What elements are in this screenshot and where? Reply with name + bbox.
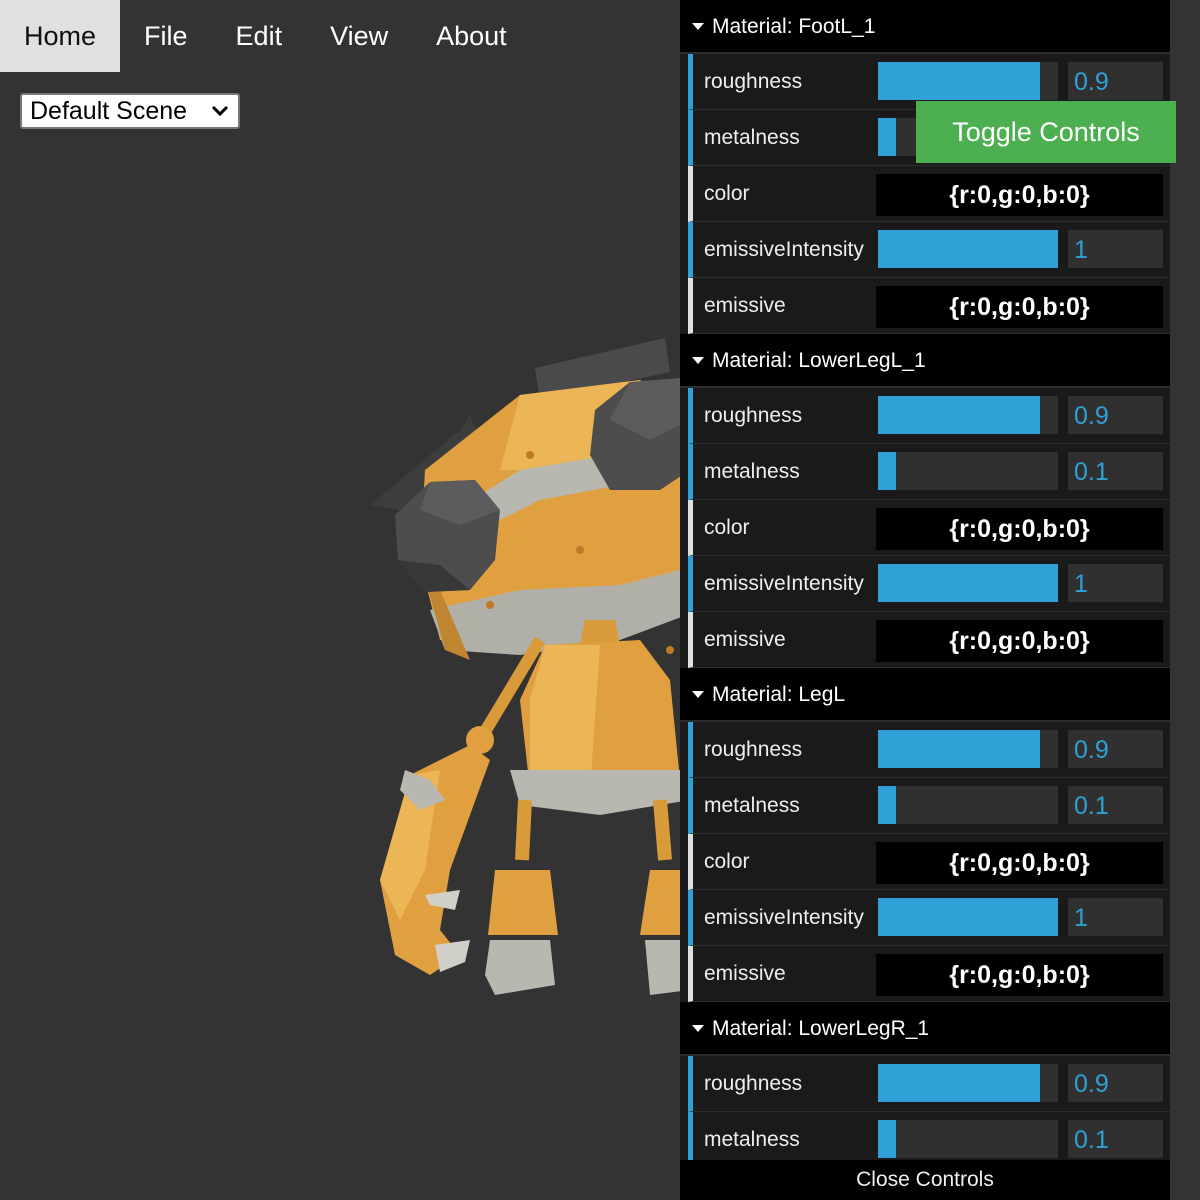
slider-track[interactable]: [878, 1120, 1058, 1158]
slider-fill: [878, 118, 896, 156]
control-row-emissive: emissive {r:0,g:0,b:0}: [688, 278, 1170, 334]
control-row-color: color {r:0,g:0,b:0}: [688, 166, 1170, 222]
slider-track[interactable]: [878, 230, 1058, 268]
slider-track[interactable]: [878, 898, 1058, 936]
number-input[interactable]: 1: [1068, 898, 1163, 936]
controls-panel: Material: FootL_1 roughness 0.9 metalness 0.…: [680, 0, 1170, 1200]
slider-fill: [878, 898, 1058, 936]
slider-fill: [878, 230, 1058, 268]
number-input[interactable]: 0.1: [1068, 786, 1163, 824]
menu-about[interactable]: About: [412, 0, 531, 72]
chevron-down-icon: [211, 105, 229, 117]
folder-title-text: Material: LowerLegR_1: [712, 1017, 930, 1040]
caret-down-icon: [692, 1025, 704, 1032]
control-label: emissive: [704, 294, 786, 317]
control-row-roughness: roughness 0.9: [688, 1056, 1170, 1112]
number-input[interactable]: 1: [1068, 564, 1163, 602]
control-row-roughness: roughness 0.9: [688, 388, 1170, 444]
control-row-emissive: emissive {r:0,g:0,b:0}: [688, 946, 1170, 1002]
control-label: color: [704, 516, 750, 539]
slider-fill: [878, 1064, 1040, 1102]
control-row-metalness: metalness 0.1: [688, 778, 1170, 834]
control-label: metalness: [704, 794, 800, 817]
control-row-emissive: emissive {r:0,g:0,b:0}: [688, 612, 1170, 668]
slider-fill: [878, 62, 1040, 100]
folder-title[interactable]: Material: LowerLegL_1: [680, 334, 1170, 388]
slider-track[interactable]: [878, 452, 1058, 490]
color-input[interactable]: {r:0,g:0,b:0}: [876, 174, 1163, 216]
color-input[interactable]: {r:0,g:0,b:0}: [876, 842, 1163, 884]
slider-track[interactable]: [878, 730, 1058, 768]
control-label: color: [704, 850, 750, 873]
menu-file[interactable]: File: [120, 0, 212, 72]
folder-title-text: Material: FootL_1: [712, 15, 876, 38]
color-input[interactable]: {r:0,g:0,b:0}: [876, 286, 1163, 328]
control-label: roughness: [704, 738, 803, 761]
control-label: emissive: [704, 962, 786, 985]
menu-view[interactable]: View: [306, 0, 412, 72]
caret-down-icon: [692, 691, 704, 698]
slider-track[interactable]: [878, 786, 1058, 824]
control-row-emissiveintensity: emissiveIntensity 1: [688, 556, 1170, 612]
slider-fill: [878, 1120, 896, 1158]
toggle-controls-button[interactable]: Toggle Controls: [916, 101, 1176, 163]
caret-down-icon: [692, 23, 704, 30]
control-label: roughness: [704, 404, 803, 427]
number-input[interactable]: 0.9: [1068, 396, 1163, 434]
menu-edit[interactable]: Edit: [212, 0, 307, 72]
control-label: metalness: [704, 126, 800, 149]
control-label: emissiveIntensity: [704, 906, 864, 929]
control-label: emissiveIntensity: [704, 572, 864, 595]
scene-select[interactable]: Default Scene: [20, 93, 240, 129]
number-input[interactable]: 0.1: [1068, 1120, 1163, 1158]
color-input[interactable]: {r:0,g:0,b:0}: [876, 508, 1163, 550]
slider-track[interactable]: [878, 62, 1058, 100]
slider-fill: [878, 452, 896, 490]
number-input[interactable]: 1: [1068, 230, 1163, 268]
robot-model: [370, 338, 700, 995]
control-label: emissive: [704, 628, 786, 651]
control-row-emissiveintensity: emissiveIntensity 1: [688, 890, 1170, 946]
control-row-color: color {r:0,g:0,b:0}: [688, 834, 1170, 890]
slider-track[interactable]: [878, 396, 1058, 434]
menu-home[interactable]: Home: [0, 0, 121, 72]
caret-down-icon: [692, 357, 704, 364]
folder-title[interactable]: Material: LowerLegR_1: [680, 1002, 1170, 1056]
control-row-color: color {r:0,g:0,b:0}: [688, 500, 1170, 556]
control-row-roughness: roughness 0.9: [688, 722, 1170, 778]
control-label: roughness: [704, 1072, 803, 1095]
control-label: color: [704, 182, 750, 205]
color-input[interactable]: {r:0,g:0,b:0}: [876, 954, 1163, 996]
color-input[interactable]: {r:0,g:0,b:0}: [876, 620, 1163, 662]
number-input[interactable]: 0.9: [1068, 62, 1163, 100]
number-input[interactable]: 0.9: [1068, 730, 1163, 768]
close-controls-button[interactable]: Close Controls: [680, 1160, 1170, 1200]
scene-select-value: Default Scene: [30, 97, 188, 125]
control-row-metalness: metalness 0.1: [688, 444, 1170, 500]
slider-track[interactable]: [878, 1064, 1058, 1102]
slider-track[interactable]: [878, 564, 1058, 602]
slider-fill: [878, 564, 1058, 602]
control-label: metalness: [704, 460, 800, 483]
slider-fill: [878, 730, 1040, 768]
folder-title-text: Material: LegL: [712, 683, 846, 706]
number-input[interactable]: 0.1: [1068, 452, 1163, 490]
slider-fill: [878, 396, 1040, 434]
menu-bar: Home File Edit View About: [0, 0, 531, 72]
folder-title-text: Material: LowerLegL_1: [712, 349, 926, 372]
control-label: roughness: [704, 70, 803, 93]
number-input[interactable]: 0.9: [1068, 1064, 1163, 1102]
folder-title[interactable]: Material: FootL_1: [680, 0, 1170, 54]
slider-fill: [878, 786, 896, 824]
folder-title[interactable]: Material: LegL: [680, 668, 1170, 722]
control-row-emissiveintensity: emissiveIntensity 1: [688, 222, 1170, 278]
control-label: emissiveIntensity: [704, 238, 864, 261]
